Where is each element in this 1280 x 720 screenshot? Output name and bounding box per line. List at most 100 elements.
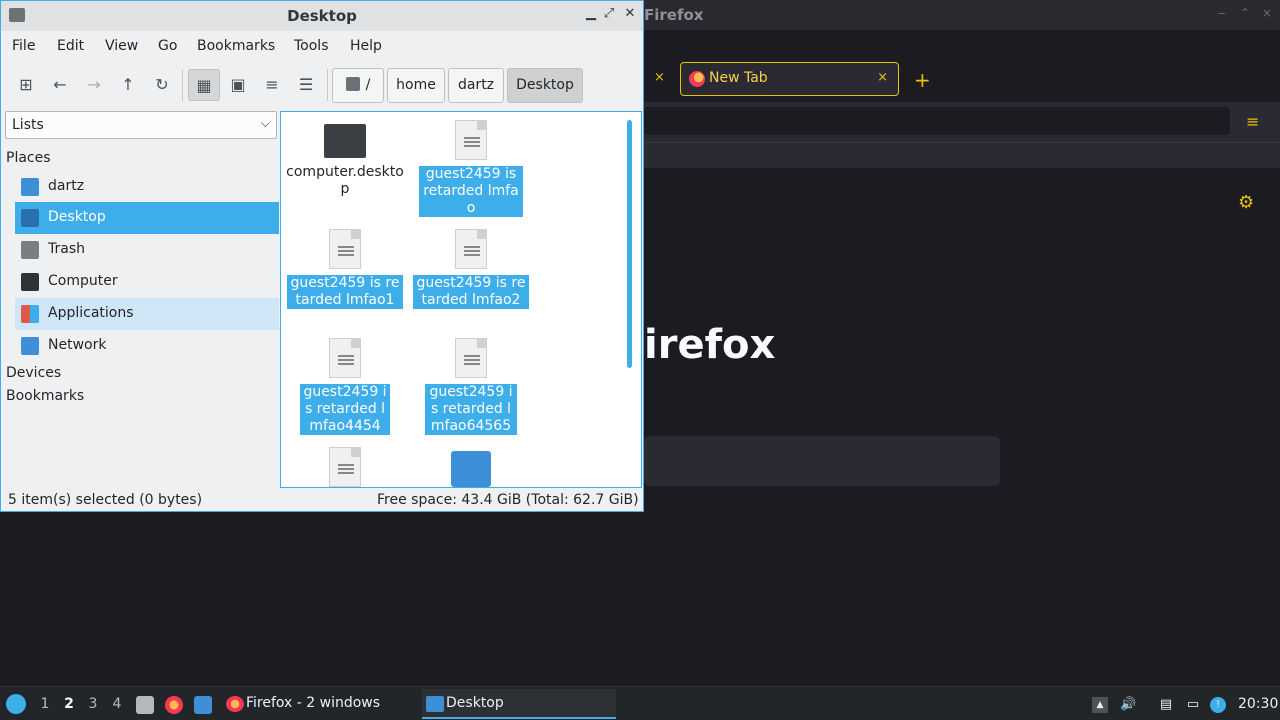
tab-close-icon[interactable]: × <box>877 70 888 85</box>
text-file-icon <box>329 447 361 487</box>
desktop-switch-1[interactable]: 1 <box>37 696 53 712</box>
icon-view-icon[interactable]: ▦ <box>188 69 220 101</box>
firefox-maximize-button[interactable]: ⌃ <box>1240 6 1250 20</box>
menu-view[interactable]: View <box>105 38 138 54</box>
computer-icon <box>324 124 366 158</box>
firefox-minimize-button[interactable]: ‒ <box>1218 6 1226 20</box>
tray-expand-icon[interactable]: ▲ <box>1092 697 1108 713</box>
file-icon-view[interactable]: computer.desktop guest2459 is retarded l… <box>280 111 642 488</box>
start-menu-icon[interactable] <box>6 694 26 714</box>
place-applications[interactable]: Applications <box>15 298 279 330</box>
selection-status: 5 item(s) selected (0 bytes) <box>8 492 203 508</box>
newtab-search-box[interactable] <box>644 436 1000 486</box>
bookmarks-heading[interactable]: Bookmarks <box>6 388 84 404</box>
file-name: guest2459 is retarded lmfao4454 <box>300 384 390 435</box>
detail-view-icon[interactable]: ☰ <box>290 69 322 101</box>
place-label: Trash <box>48 241 85 257</box>
hamburger-menu-icon[interactable]: ≡ <box>1246 112 1259 131</box>
menu-file[interactable]: File <box>12 38 35 54</box>
places-heading[interactable]: Places <box>6 150 51 166</box>
place-desktop[interactable]: Desktop <box>15 202 279 234</box>
file-item[interactable] <box>283 447 407 487</box>
firefox-icon <box>689 71 705 87</box>
desktop-switch-3[interactable]: 3 <box>85 696 101 712</box>
place-dartz[interactable]: dartz <box>15 171 279 203</box>
task-desktop[interactable]: Desktop <box>422 689 616 719</box>
compact-view-icon[interactable]: ≡ <box>256 69 288 101</box>
menu-bookmarks[interactable]: Bookmarks <box>197 38 275 54</box>
side-pane-mode-select[interactable]: Lists ⌵ <box>5 111 277 139</box>
minimize-button[interactable]: ▁ <box>583 6 599 21</box>
new-tab-button[interactable]: + <box>914 68 931 92</box>
file-item[interactable] <box>409 447 533 487</box>
task-firefox[interactable]: Firefox - 2 windows <box>222 689 418 719</box>
chevron-down-icon: ⌵ <box>260 116 270 130</box>
firefox-launcher-icon[interactable] <box>165 696 183 714</box>
file-name: guest2459 is retarded lmfao64565 <box>425 384 517 435</box>
clock[interactable]: 20:30 <box>1238 696 1278 712</box>
side-pane-mode-label: Lists <box>12 117 44 133</box>
menu-edit[interactable]: Edit <box>57 38 84 54</box>
file-item[interactable]: computer.desktop <box>283 120 407 198</box>
text-file-icon <box>455 338 487 378</box>
home-folder-icon <box>21 178 39 196</box>
file-name: computer.desktop <box>286 164 404 197</box>
menu-help[interactable]: Help <box>350 38 382 54</box>
place-label: Applications <box>48 305 134 321</box>
close-button[interactable]: ✕ <box>622 6 638 21</box>
breadcrumb-home[interactable]: home <box>387 68 445 103</box>
breadcrumb-dartz[interactable]: dartz <box>448 68 504 103</box>
vertical-scrollbar[interactable] <box>627 120 632 368</box>
gear-icon[interactable]: ⚙ <box>1238 192 1254 213</box>
forward-arrow-icon[interactable]: → <box>78 69 110 101</box>
file-item[interactable]: guest2459 is retarded lmfao4454 <box>283 338 407 435</box>
back-arrow-icon[interactable]: ← <box>44 69 76 101</box>
status-bar: 5 item(s) selected (0 bytes) Free space:… <box>1 488 643 512</box>
desktop-launcher-icon[interactable] <box>194 696 212 714</box>
firefox-close-button[interactable]: × <box>1262 6 1272 20</box>
place-label: dartz <box>48 178 85 194</box>
desktop-switch-4[interactable]: 4 <box>109 696 125 712</box>
tab-new-tab[interactable]: New Tab × <box>680 62 899 96</box>
reload-icon[interactable]: ↻ <box>146 69 178 101</box>
new-window-icon[interactable]: ⊞ <box>10 69 42 101</box>
place-trash[interactable]: Trash <box>15 234 279 266</box>
file-name: guest2459 is retarded lmfao1 <box>287 275 403 309</box>
files-launcher-icon[interactable] <box>136 696 154 714</box>
file-item[interactable]: guest2459 is retarded lmfao <box>409 120 533 217</box>
prev-tab-close-icon[interactable]: × <box>654 70 665 85</box>
taskbar: 1 2 3 4 Firefox - 2 windows Desktop ▲ 🔊 … <box>0 686 1280 720</box>
devices-heading[interactable]: Devices <box>6 365 61 381</box>
free-space-status: Free space: 43.4 GiB (Total: 62.7 GiB) <box>377 492 639 508</box>
maximize-button[interactable]: ⤢ <box>601 6 617 21</box>
file-item[interactable]: guest2459 is retarded lmfao1 <box>283 229 407 309</box>
file-item[interactable]: guest2459 is retarded lmfao64565 <box>409 338 533 435</box>
desktop-switch-2[interactable]: 2 <box>61 696 77 712</box>
notification-icon[interactable]: ! <box>1210 697 1226 713</box>
url-bar[interactable] <box>644 107 1230 135</box>
breadcrumb-desktop[interactable]: Desktop <box>507 68 583 103</box>
file-name: guest2459 is retarded lmfao2 <box>413 275 529 309</box>
thumbnail-view-icon[interactable]: ▣ <box>222 69 254 101</box>
text-file-icon <box>455 120 487 160</box>
trash-icon <box>21 241 39 259</box>
text-file-icon <box>329 229 361 269</box>
toolbar: ⊞ ← → ↑ ↻ ▦ ▣ ≡ ☰ / home dartz Desktop <box>1 63 643 109</box>
window-title: Desktop <box>287 7 357 25</box>
place-label: Desktop <box>48 209 106 225</box>
clipboard-icon[interactable]: ▤ <box>1158 697 1174 713</box>
up-arrow-icon[interactable]: ↑ <box>112 69 144 101</box>
menu-go[interactable]: Go <box>158 38 177 54</box>
tab-title: New Tab <box>709 70 768 86</box>
menu-tools[interactable]: Tools <box>294 38 329 54</box>
volume-icon[interactable]: 🔊 <box>1120 697 1136 713</box>
file-name: guest2459 is retarded lmfao <box>419 166 523 217</box>
breadcrumb-root[interactable]: / <box>332 68 384 103</box>
place-computer[interactable]: Computer <box>15 266 279 298</box>
toolbar-separator <box>182 69 183 101</box>
task-label: Desktop <box>446 695 504 711</box>
display-icon[interactable]: ▭ <box>1185 697 1201 713</box>
file-manager-window: Desktop ▁ ⤢ ✕ File Edit View Go Bookmark… <box>0 0 644 512</box>
file-item[interactable]: guest2459 is retarded lmfao2 <box>409 229 533 309</box>
place-network[interactable]: Network <box>15 330 279 362</box>
